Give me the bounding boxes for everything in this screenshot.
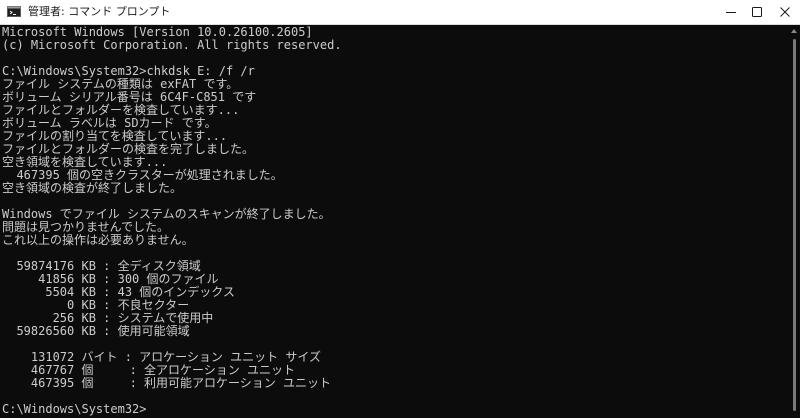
- vertical-scrollbar[interactable]: [789, 25, 800, 418]
- console-line: 空き領域の検査が終了しました。: [2, 181, 183, 195]
- command-prompt-icon: [7, 6, 21, 17]
- console-line: (c) Microsoft Corporation. All rights re…: [2, 38, 342, 52]
- command-prompt-line[interactable]: C:\Windows\System32>: [2, 403, 147, 416]
- command-prompt-window: 管理者: コマンド プロンプト Microsoft Windows [Versi…: [0, 0, 800, 418]
- console-line: 467395 個 : 利用可能アロケーション ユニット: [2, 376, 332, 390]
- console-line: これ以上の操作は必要ありません。: [2, 233, 194, 247]
- title-bar[interactable]: 管理者: コマンド プロンプト: [0, 0, 800, 25]
- close-icon: [780, 7, 790, 17]
- scroll-up-arrow-icon[interactable]: [791, 29, 797, 33]
- close-button[interactable]: [762, 0, 800, 24]
- maximize-icon: [752, 7, 762, 17]
- console-output[interactable]: Microsoft Windows [Version 10.0.26100.26…: [0, 25, 789, 418]
- window-title: 管理者: コマンド プロンプト: [28, 5, 171, 18]
- console-line: 59826560 KB : 使用可能領域: [2, 324, 190, 338]
- scrollbar-thumb[interactable]: [793, 39, 796, 411]
